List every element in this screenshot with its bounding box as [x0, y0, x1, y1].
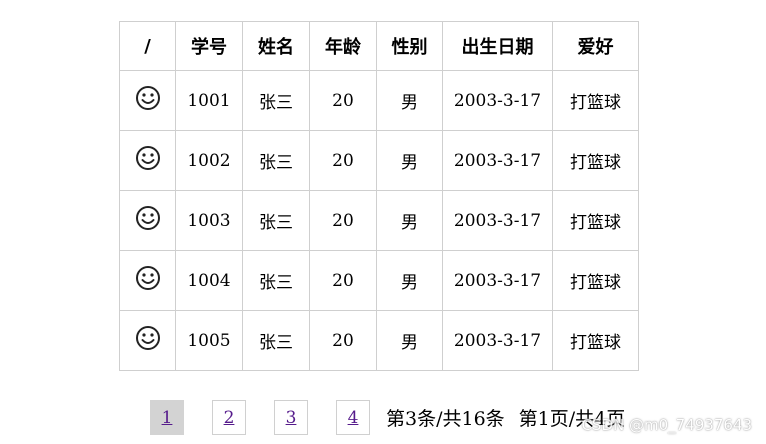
watermark: CSDN @m0_74937643 — [581, 416, 752, 434]
header-gender: 性别 — [376, 21, 443, 71]
cell-gender: 男 — [376, 310, 443, 371]
cell-age: 20 — [309, 250, 377, 311]
cell-hobby: 打篮球 — [552, 310, 639, 371]
table-row: 1002 张三 20 男 2003-3-17 打篮球 — [119, 130, 639, 191]
cell-age: 20 — [309, 310, 377, 371]
cell-student-id: 1003 — [175, 190, 243, 251]
page-link-1[interactable]: 1 — [150, 400, 184, 435]
header-age: 年龄 — [309, 21, 377, 71]
cell-icon — [119, 250, 176, 311]
cell-gender: 男 — [376, 190, 443, 251]
student-table: / 学号 姓名 年龄 性别 出生日期 爱好 1001 张三 20 男 2003-3-17… — [119, 21, 639, 371]
cell-icon — [119, 190, 176, 251]
pagination: 1 2 3 4 第3条/共16条 第1页/共4页 — [150, 399, 625, 436]
page-link-2[interactable]: 2 — [212, 400, 246, 435]
smile-icon — [135, 205, 161, 236]
cell-birth-date: 2003-3-17 — [442, 250, 553, 311]
cell-hobby: 打篮球 — [552, 70, 639, 131]
cell-hobby: 打篮球 — [552, 190, 639, 251]
header-hobby: 爱好 — [552, 21, 639, 71]
cell-student-id: 1004 — [175, 250, 243, 311]
header-name: 姓名 — [242, 21, 310, 71]
page-link-3[interactable]: 3 — [274, 400, 308, 435]
page-link-4[interactable]: 4 — [336, 400, 370, 435]
table-row: 1005 张三 20 男 2003-3-17 打篮球 — [119, 310, 639, 371]
cell-birth-date: 2003-3-17 — [442, 70, 553, 131]
cell-name: 张三 — [242, 70, 310, 131]
page: / 学号 姓名 年龄 性别 出生日期 爱好 1001 张三 20 男 2003-3-17… — [0, 0, 766, 444]
smile-icon — [135, 85, 161, 116]
cell-icon — [119, 70, 176, 131]
cell-gender: 男 — [376, 250, 443, 311]
cell-name: 张三 — [242, 190, 310, 251]
cell-name: 张三 — [242, 130, 310, 191]
table-row: 1003 张三 20 男 2003-3-17 打篮球 — [119, 190, 639, 251]
smile-icon — [135, 145, 161, 176]
cell-name: 张三 — [242, 310, 310, 371]
record-info: 第3条/共16条 — [386, 408, 505, 430]
cell-age: 20 — [309, 70, 377, 131]
smile-icon — [135, 325, 161, 356]
table-row: 1001 张三 20 男 2003-3-17 打篮球 — [119, 70, 639, 131]
cell-student-id: 1002 — [175, 130, 243, 191]
table-row: 1004 张三 20 男 2003-3-17 打篮球 — [119, 250, 639, 311]
cell-icon — [119, 130, 176, 191]
cell-birth-date: 2003-3-17 — [442, 130, 553, 191]
cell-hobby: 打篮球 — [552, 130, 639, 191]
cell-gender: 男 — [376, 70, 443, 131]
cell-icon — [119, 310, 176, 371]
header-select: / — [119, 21, 176, 71]
cell-student-id: 1001 — [175, 70, 243, 131]
cell-gender: 男 — [376, 130, 443, 191]
table-body: 1001 张三 20 男 2003-3-17 打篮球 1002 张三 20 男 2003-3-17 打… — [119, 70, 639, 371]
cell-birth-date: 2003-3-17 — [442, 310, 553, 371]
cell-age: 20 — [309, 190, 377, 251]
header-birth-date: 出生日期 — [442, 21, 553, 71]
smile-icon — [135, 265, 161, 296]
cell-age: 20 — [309, 130, 377, 191]
cell-student-id: 1005 — [175, 310, 243, 371]
cell-hobby: 打篮球 — [552, 250, 639, 311]
table-header-row: / 学号 姓名 年龄 性别 出生日期 爱好 — [119, 21, 639, 71]
cell-birth-date: 2003-3-17 — [442, 190, 553, 251]
header-student-id: 学号 — [175, 21, 243, 71]
cell-name: 张三 — [242, 250, 310, 311]
